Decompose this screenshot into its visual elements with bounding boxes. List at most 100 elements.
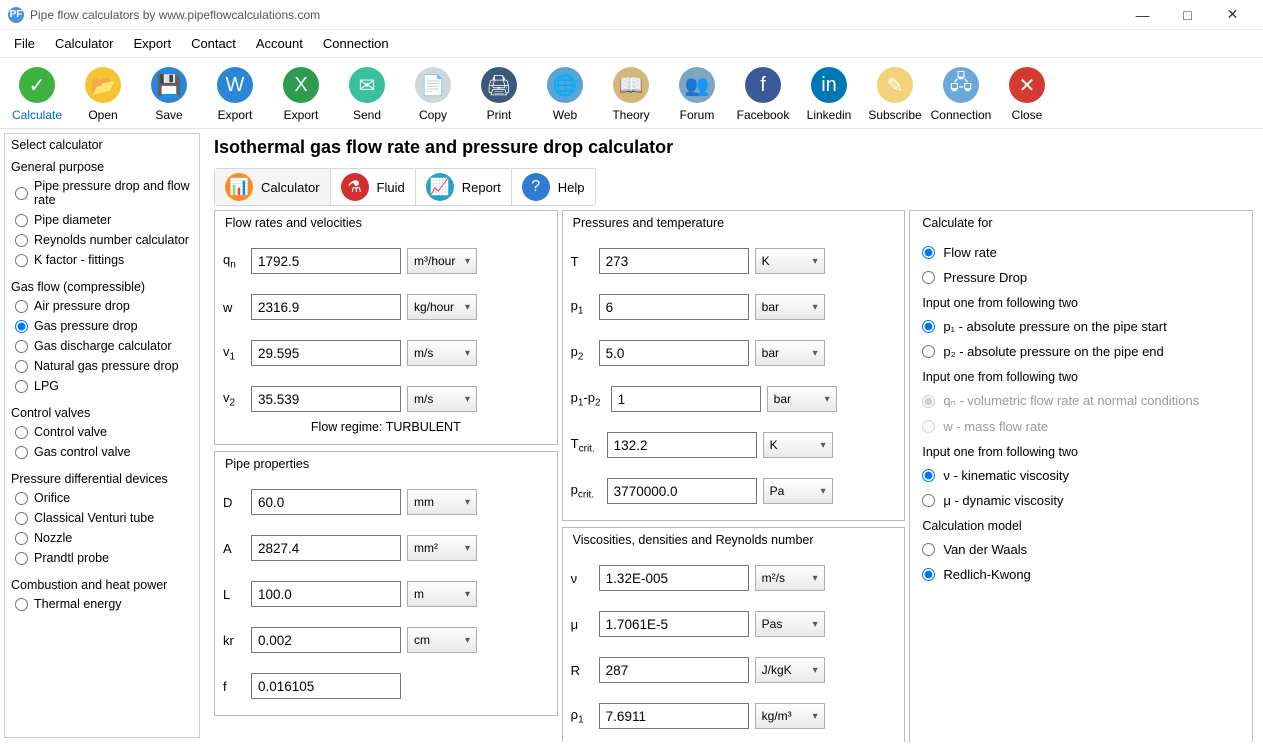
radio-mu[interactable]: μ - dynamic viscosity xyxy=(920,488,1242,513)
sidebar-item-noz[interactable]: Nozzle xyxy=(7,528,197,548)
input-dp[interactable] xyxy=(611,386,761,412)
sidebar-item-rnc[interactable]: Reynolds number calculator xyxy=(7,230,197,250)
tool-calculate[interactable]: ✓Calculate xyxy=(4,66,70,122)
sidebar-item-orf[interactable]: Orifice xyxy=(7,488,197,508)
chevron-down-icon: ▾ xyxy=(465,256,470,267)
radio-pressuredrop[interactable]: Pressure Drop xyxy=(920,265,1242,290)
radio-p2[interactable]: p₂ - absolute pressure on the pipe end xyxy=(920,339,1242,364)
unit-T[interactable]: K▾ xyxy=(755,248,825,274)
input-mu[interactable] xyxy=(599,611,749,637)
input-v2[interactable] xyxy=(251,386,401,412)
unit-nu[interactable]: m²/s▾ xyxy=(755,565,825,591)
tab-help[interactable]: ?Help xyxy=(512,169,595,205)
unit-p2[interactable]: bar▾ xyxy=(755,340,825,366)
input-p1[interactable] xyxy=(599,294,749,320)
input-v1[interactable] xyxy=(251,340,401,366)
tool-export-word[interactable]: WExport xyxy=(202,66,268,122)
sidebar-item-pran[interactable]: Prandtl probe xyxy=(7,548,197,568)
label-A: A xyxy=(223,541,245,556)
input-A[interactable] xyxy=(251,535,401,561)
unit-v1[interactable]: m/s▾ xyxy=(407,340,477,366)
tool-open[interactable]: 📂Open xyxy=(70,66,136,122)
input-rho1[interactable] xyxy=(599,703,749,729)
unit-p1[interactable]: bar▾ xyxy=(755,294,825,320)
unit-pcrit[interactable]: Pa▾ xyxy=(763,478,833,504)
sidebar-item-pd[interactable]: Pipe diameter xyxy=(7,210,197,230)
tool-facebook[interactable]: fFacebook xyxy=(730,66,796,122)
col-right: Calculate for Flow rate Pressure Drop In… xyxy=(909,210,1253,742)
sidebar-item-gpd[interactable]: Gas pressure drop xyxy=(7,316,197,336)
tool-web[interactable]: 🌐Web xyxy=(532,66,598,122)
unit-L[interactable]: m▾ xyxy=(407,581,477,607)
unit-A[interactable]: mm²▾ xyxy=(407,535,477,561)
unit-v2[interactable]: m/s▾ xyxy=(407,386,477,412)
tool-save[interactable]: 💾Save xyxy=(136,66,202,122)
close-button[interactable]: ✕ xyxy=(1210,0,1255,29)
tool-connection[interactable]: 🖧Connection xyxy=(928,66,994,122)
sidebar-item-apd[interactable]: Air pressure drop xyxy=(7,296,197,316)
tool-send[interactable]: ✉Send xyxy=(334,66,400,122)
sidebar-item-cvent[interactable]: Classical Venturi tube xyxy=(7,508,197,528)
input-R[interactable] xyxy=(599,657,749,683)
input-qn[interactable] xyxy=(251,248,401,274)
input-L[interactable] xyxy=(251,581,401,607)
unit-qn[interactable]: m³/hour▾ xyxy=(407,248,477,274)
unit-rho1[interactable]: kg/m³▾ xyxy=(755,703,825,729)
sidebar-item-lpg[interactable]: LPG xyxy=(7,376,197,396)
unit-dp[interactable]: bar▾ xyxy=(767,386,837,412)
unit-mu[interactable]: Pas▾ xyxy=(755,611,825,637)
tab-report[interactable]: 📈Report xyxy=(416,169,512,205)
unit-kr[interactable]: cm▾ xyxy=(407,627,477,653)
menu-calculator[interactable]: Calculator xyxy=(45,32,124,55)
tool-export-excel[interactable]: XExport xyxy=(268,66,334,122)
tool-copy[interactable]: 📄Copy xyxy=(400,66,466,122)
sidebar-item-gcv[interactable]: Gas control valve xyxy=(7,442,197,462)
tab-calculator[interactable]: 📊Calculator xyxy=(215,169,331,205)
radio-p1[interactable]: p₁ - absolute pressure on the pipe start xyxy=(920,314,1242,339)
input-T[interactable] xyxy=(599,248,749,274)
input-w[interactable] xyxy=(251,294,401,320)
input-f[interactable] xyxy=(251,673,401,699)
sidebar-item-ppd[interactable]: Pipe pressure drop and flow rate xyxy=(7,176,197,210)
tool-subscribe[interactable]: ✎Subscribe xyxy=(862,66,928,122)
tool-theory[interactable]: 📖Theory xyxy=(598,66,664,122)
row-L: Lm▾ xyxy=(223,581,549,607)
sidebar-item-ngpd[interactable]: Natural gas pressure drop xyxy=(7,356,197,376)
menu-export[interactable]: Export xyxy=(123,32,181,55)
unit-R[interactable]: J/kgK▾ xyxy=(755,657,825,683)
tool-forum[interactable]: 👥Forum xyxy=(664,66,730,122)
sidebar-item-gdc[interactable]: Gas discharge calculator xyxy=(7,336,197,356)
unit-Tcrit[interactable]: K▾ xyxy=(763,432,833,458)
input-pcrit[interactable] xyxy=(607,478,757,504)
input-Tcrit[interactable] xyxy=(607,432,757,458)
radio-vdw[interactable]: Van der Waals xyxy=(920,537,1242,562)
radio-w: w - mass flow rate xyxy=(920,414,1242,439)
input-nu[interactable] xyxy=(599,565,749,591)
radio-rk[interactable]: Redlich-Kwong xyxy=(920,562,1242,587)
maximize-button[interactable]: □ xyxy=(1165,0,1210,29)
sidebar-item-kf[interactable]: K factor - fittings xyxy=(7,250,197,270)
input-D[interactable] xyxy=(251,489,401,515)
input-p2[interactable] xyxy=(599,340,749,366)
menu-connection[interactable]: Connection xyxy=(313,32,399,55)
tab-fluid[interactable]: ⚗Fluid xyxy=(331,169,416,205)
unit-D[interactable]: mm▾ xyxy=(407,489,477,515)
unit-w[interactable]: kg/hour▾ xyxy=(407,294,477,320)
export-excel-icon: X xyxy=(282,66,320,104)
radio-flowrate[interactable]: Flow rate xyxy=(920,240,1242,265)
viscosity-group: Viscosities, densities and Reynolds numb… xyxy=(562,527,906,742)
sidebar-item-therm[interactable]: Thermal energy xyxy=(7,594,197,614)
tool-linkedin[interactable]: inLinkedin xyxy=(796,66,862,122)
tool-close[interactable]: ✕Close xyxy=(994,66,1060,122)
menu-file[interactable]: File xyxy=(4,32,45,55)
tool-print[interactable]: 🖨Print xyxy=(466,66,532,122)
menu-account[interactable]: Account xyxy=(246,32,313,55)
menu-contact[interactable]: Contact xyxy=(181,32,246,55)
chevron-down-icon: ▾ xyxy=(465,635,470,646)
sidebar: Select calculator General purposePipe pr… xyxy=(4,133,200,738)
label-mu: μ xyxy=(571,617,593,632)
radio-nu[interactable]: ν - kinematic viscosity xyxy=(920,463,1242,488)
input-kr[interactable] xyxy=(251,627,401,653)
minimize-button[interactable]: — xyxy=(1120,0,1165,29)
sidebar-item-cv[interactable]: Control valve xyxy=(7,422,197,442)
